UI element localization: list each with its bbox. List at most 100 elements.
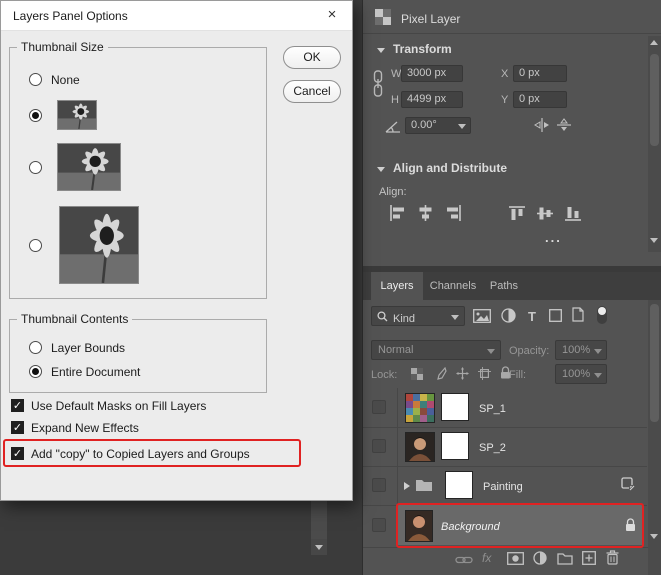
entire-document-radio[interactable] bbox=[29, 365, 42, 378]
add-copy-checkbox[interactable]: ✓ bbox=[11, 447, 24, 460]
filter-pixel-layers-icon[interactable] bbox=[473, 309, 491, 323]
filter-shape-layers-icon[interactable] bbox=[549, 309, 562, 322]
thumbnail-none-radio[interactable] bbox=[29, 73, 42, 86]
thumbnail-large-radio[interactable] bbox=[29, 239, 42, 252]
align-right-edges-icon[interactable] bbox=[445, 205, 462, 221]
properties-scroll-up-icon[interactable] bbox=[650, 40, 658, 45]
group-thumbnail[interactable] bbox=[445, 471, 473, 499]
thumbnail-large-preview[interactable] bbox=[59, 206, 139, 284]
filter-type-layers-icon[interactable]: T bbox=[528, 309, 536, 324]
filter-smart-objects-icon[interactable] bbox=[572, 307, 584, 322]
use-default-masks-checkbox[interactable]: ✓ bbox=[11, 399, 24, 412]
new-group-icon[interactable] bbox=[557, 553, 573, 565]
width-label: W bbox=[391, 68, 401, 80]
align-left-edges-icon[interactable] bbox=[389, 205, 406, 221]
thumbnail-contents-group bbox=[9, 319, 267, 393]
layer-row-painting[interactable]: Painting bbox=[363, 466, 647, 505]
layer-name[interactable]: Painting bbox=[483, 481, 523, 493]
lock-position-icon[interactable] bbox=[456, 367, 469, 380]
group-expand-chevron-icon[interactable] bbox=[404, 482, 410, 490]
thumbnail-medium-preview[interactable] bbox=[57, 143, 121, 191]
layer-bounds-radio[interactable] bbox=[29, 341, 42, 354]
thumbnail-size-legend: Thumbnail Size bbox=[17, 40, 108, 54]
thumbnail-small-radio[interactable] bbox=[29, 109, 42, 122]
visibility-toggle[interactable] bbox=[372, 518, 386, 532]
thumbnail-small-preview[interactable] bbox=[57, 100, 97, 130]
visibility-toggle[interactable] bbox=[372, 439, 386, 453]
layer-row-background[interactable]: Background bbox=[363, 505, 647, 545]
tab-paths[interactable]: Paths bbox=[483, 272, 525, 300]
thumbnail-medium-radio[interactable] bbox=[29, 161, 42, 174]
cancel-button[interactable]: Cancel bbox=[283, 80, 341, 103]
layer-row-sp1[interactable]: SP_1 bbox=[363, 388, 647, 427]
tab-channels[interactable]: Channels bbox=[425, 272, 481, 300]
opacity-dropdown[interactable]: 100% bbox=[555, 340, 607, 360]
visibility-toggle[interactable] bbox=[372, 400, 386, 414]
new-adjustment-layer-icon[interactable] bbox=[533, 551, 547, 565]
artboard-badge-icon bbox=[621, 477, 635, 491]
new-layer-icon[interactable] bbox=[582, 551, 596, 565]
dialog-titlebar[interactable]: Layers Panel Options × bbox=[1, 1, 352, 31]
delete-layer-icon[interactable] bbox=[606, 550, 619, 565]
close-icon[interactable]: × bbox=[322, 5, 342, 25]
align-vertical-centers-icon[interactable] bbox=[537, 205, 553, 222]
properties-scrollbar-thumb[interactable] bbox=[650, 54, 659, 146]
layer-name[interactable]: SP_2 bbox=[479, 442, 506, 454]
opacity-value: 100% bbox=[562, 344, 590, 356]
properties-scroll-down-icon[interactable] bbox=[650, 238, 658, 243]
align-horizontal-centers-icon[interactable] bbox=[417, 205, 434, 221]
layers-list: SP_1 SP_2 Painting bbox=[363, 388, 647, 545]
selected-row-highlight bbox=[398, 505, 642, 545]
transform-collapse-chevron-icon[interactable] bbox=[377, 48, 385, 53]
layer-thumbnail[interactable] bbox=[405, 393, 435, 423]
align-more-options[interactable]: ... bbox=[545, 230, 562, 245]
layer-name[interactable]: Background bbox=[441, 521, 500, 533]
layers-scroll-down-icon[interactable] bbox=[650, 534, 658, 539]
expand-new-effects-label: Expand New Effects bbox=[31, 421, 139, 435]
layer-row-sp2[interactable]: SP_2 bbox=[363, 427, 647, 466]
lock-artboard-icon[interactable] bbox=[478, 367, 491, 380]
link-layers-icon[interactable] bbox=[455, 555, 473, 565]
blend-mode-dropdown[interactable]: Normal bbox=[371, 340, 501, 360]
layer-mask-thumbnail[interactable] bbox=[441, 393, 469, 421]
align-top-edges-icon[interactable] bbox=[509, 205, 525, 222]
align-collapse-chevron-icon[interactable] bbox=[377, 167, 385, 172]
link-dimensions-icon[interactable] bbox=[371, 70, 385, 98]
lock-badge-icon[interactable] bbox=[625, 518, 636, 532]
layer-name[interactable]: SP_1 bbox=[479, 403, 506, 415]
x-field[interactable]: 0 px bbox=[513, 65, 567, 82]
layer-thumbnail[interactable] bbox=[405, 432, 435, 462]
document-scroll-down-arrow[interactable] bbox=[311, 539, 327, 555]
opacity-label: Opacity: bbox=[509, 345, 549, 357]
filter-toggle-switch[interactable] bbox=[597, 306, 607, 324]
angle-field[interactable]: 0.00° bbox=[405, 117, 471, 134]
filter-kind-dropdown[interactable]: Kind bbox=[371, 306, 465, 326]
layer-thumbnail[interactable] bbox=[405, 510, 433, 542]
fill-dropdown[interactable]: 100% bbox=[555, 364, 607, 384]
lock-image-brush-icon[interactable] bbox=[434, 367, 447, 380]
entire-document-label: Entire Document bbox=[51, 365, 140, 379]
layers-scrollbar-thumb[interactable] bbox=[650, 304, 659, 422]
layer-mask-thumbnail[interactable] bbox=[441, 432, 469, 460]
lock-transparency-icon[interactable] bbox=[411, 368, 423, 380]
visibility-toggle[interactable] bbox=[372, 478, 386, 492]
angle-value: 0.00° bbox=[411, 119, 437, 131]
add-copy-label: Add "copy" to Copied Layers and Groups bbox=[31, 447, 250, 461]
folder-icon bbox=[415, 479, 433, 492]
add-layer-mask-icon[interactable] bbox=[507, 552, 524, 565]
flip-horizontal-icon[interactable] bbox=[533, 118, 551, 132]
y-label: Y bbox=[501, 94, 508, 106]
ok-button[interactable]: OK bbox=[283, 46, 341, 69]
expand-new-effects-checkbox[interactable]: ✓ bbox=[11, 421, 24, 434]
y-field[interactable]: 0 px bbox=[513, 91, 567, 108]
layer-style-fx-icon[interactable]: fx bbox=[482, 551, 491, 565]
filter-adjustment-layers-icon[interactable] bbox=[501, 308, 516, 323]
width-field[interactable]: 3000 px bbox=[401, 65, 463, 82]
tab-layers[interactable]: Layers bbox=[371, 272, 423, 300]
align-bottom-edges-icon[interactable] bbox=[565, 205, 581, 222]
flip-vertical-icon[interactable] bbox=[555, 118, 573, 132]
height-field[interactable]: 4499 px bbox=[401, 91, 463, 108]
filter-kind-caret-icon bbox=[451, 315, 459, 320]
angle-dropdown-caret-icon[interactable] bbox=[458, 124, 466, 129]
panel-column: Pixel Layer Transform W 3000 px X 0 px H… bbox=[362, 0, 661, 575]
